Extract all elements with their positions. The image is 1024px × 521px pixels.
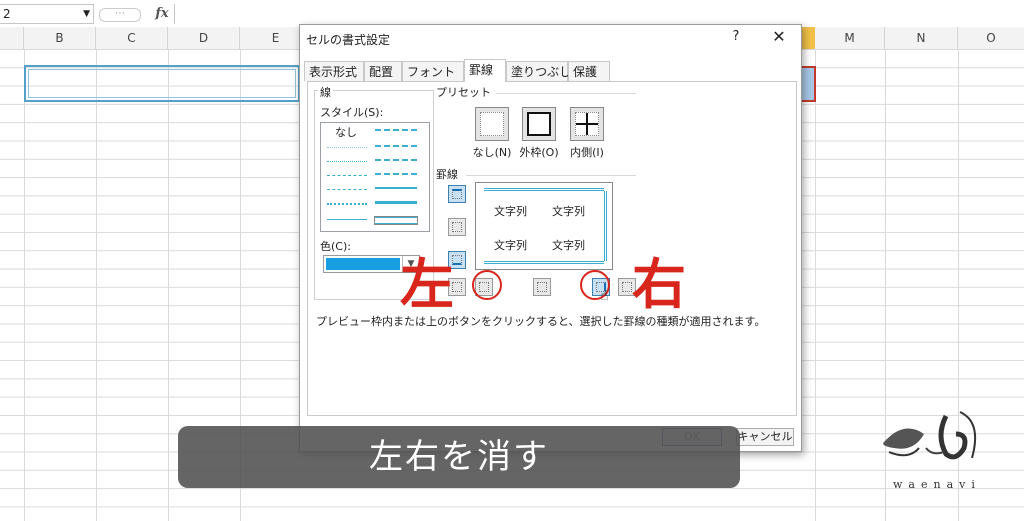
border-inside-vertical-button[interactable]	[533, 278, 551, 296]
line-style-option[interactable]	[327, 203, 367, 205]
insert-function-icon[interactable]: fx	[150, 4, 174, 24]
dialog-title: セルの書式設定	[306, 33, 391, 47]
preview-right-border	[604, 191, 607, 261]
preview-text: 文字列	[552, 239, 585, 252]
tab-font[interactable]: フォント	[402, 61, 464, 81]
preview-text: 文字列	[494, 205, 527, 218]
border-preview[interactable]: 文字列 文字列 文字列 文字列	[475, 182, 613, 270]
color-label: 色(C):	[320, 238, 351, 254]
column-header[interactable]: O	[958, 27, 1024, 49]
formula-input[interactable]	[174, 4, 1024, 24]
border-label: 罫線	[436, 166, 458, 182]
tab-number-format[interactable]: 表示形式	[304, 61, 364, 81]
preview-text: 文字列	[552, 205, 585, 218]
line-style-option[interactable]	[327, 175, 367, 176]
preset-none-button[interactable]	[475, 107, 509, 141]
preset-inside-label: 内側(I)	[570, 146, 604, 159]
right-annotation: 右	[632, 253, 686, 316]
caption: 左右を消す	[178, 426, 740, 488]
left-annotation: 左	[400, 253, 454, 316]
border-top-button[interactable]	[448, 185, 466, 203]
line-style-option[interactable]	[327, 147, 367, 148]
preview-bottom-border	[484, 261, 604, 264]
close-button[interactable]: ✕	[770, 27, 788, 46]
formula-bar-dots[interactable]: ⋯	[99, 8, 141, 22]
column-header[interactable]: C	[96, 27, 168, 49]
corner-cell[interactable]	[0, 27, 24, 49]
line-style-none[interactable]: なし	[335, 124, 357, 140]
separator	[466, 175, 636, 176]
line-group-label: 線	[318, 84, 333, 100]
cancel-button[interactable]: キャンセル	[736, 428, 794, 446]
grid-line	[24, 49, 25, 521]
preset-outline-button[interactable]	[522, 107, 556, 141]
preview-text: 文字列	[494, 239, 527, 252]
line-style-list[interactable]: なし	[320, 122, 430, 232]
border-inside-horizontal-button[interactable]	[448, 218, 466, 236]
tab-alignment[interactable]: 配置	[364, 61, 402, 81]
border-tab-pane: 線 スタイル(S): なし 色(C): ▼ プリセット なし(N) 外枠(O) …	[307, 81, 797, 416]
column-header[interactable]: M	[815, 27, 885, 49]
column-header[interactable]: D	[168, 27, 240, 49]
line-style-option[interactable]	[375, 145, 417, 147]
grid-line	[815, 49, 816, 521]
left-highlight-circle	[472, 270, 502, 300]
line-style-option[interactable]	[375, 129, 417, 131]
color-swatch	[326, 258, 400, 270]
name-box-value: 2	[3, 7, 11, 21]
line-style-double-selected[interactable]	[374, 216, 418, 225]
line-style-option[interactable]	[375, 173, 417, 175]
logo-text: waenavi	[893, 478, 981, 491]
selected-range[interactable]	[24, 65, 300, 102]
tab-protection[interactable]: 保護	[568, 61, 610, 81]
help-button[interactable]: ?	[728, 29, 744, 44]
line-style-option[interactable]	[375, 201, 417, 204]
tab-border[interactable]: 罫線	[464, 59, 506, 82]
hint-text: プレビュー枠内または上のボタンをクリックすると、選択した罫線の種類が適用されます…	[316, 315, 766, 328]
preset-label: プリセット	[436, 84, 491, 100]
format-cells-dialog: セルの書式設定 ? ✕ 表示形式 配置 フォント 罫線 塗りつぶし 保護 線 ス…	[299, 24, 802, 452]
line-style-option[interactable]	[327, 219, 367, 220]
style-label: スタイル(S):	[320, 104, 384, 120]
chevron-down-icon[interactable]: ▼	[83, 5, 90, 23]
grid-line	[96, 49, 97, 521]
tab-fill[interactable]: 塗りつぶし	[506, 61, 571, 81]
column-header[interactable]: N	[885, 27, 958, 49]
line-style-option[interactable]	[327, 161, 367, 162]
grid-line	[168, 49, 169, 521]
line-style-option[interactable]	[327, 189, 367, 190]
line-style-option[interactable]	[375, 159, 417, 161]
preset-inside-button[interactable]	[570, 107, 604, 141]
separator	[496, 93, 636, 94]
line-style-option[interactable]	[375, 187, 417, 189]
name-box[interactable]: 2 ▼	[0, 4, 94, 24]
preview-top-border	[484, 188, 604, 191]
mouse-cursor-icon: ☝	[600, 288, 609, 304]
column-header[interactable]: B	[24, 27, 96, 49]
